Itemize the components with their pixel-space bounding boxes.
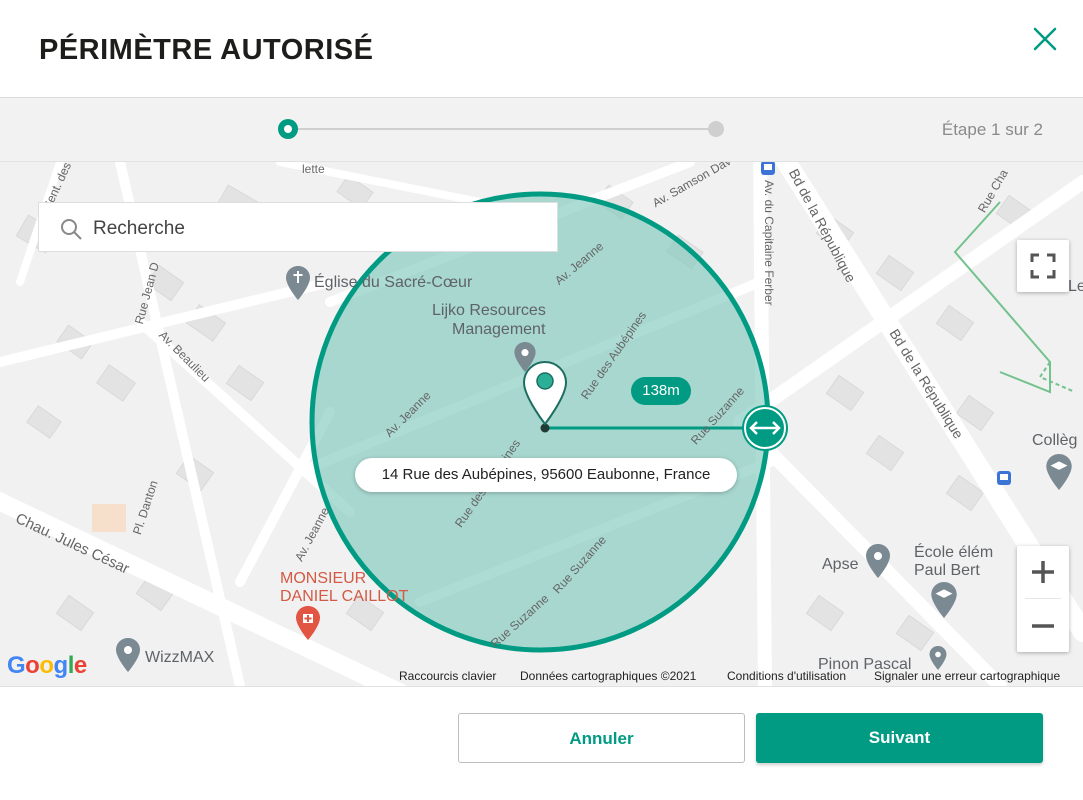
poi-monsieur-line2[interactable]: DANIEL CAILLOT [280, 588, 408, 606]
cancel-button[interactable]: Annuler [458, 713, 745, 763]
radius-label: 138m [631, 377, 691, 405]
road-label: Av. du Capitaine Ferber [762, 180, 776, 306]
search-input[interactable] [91, 211, 535, 247]
apse-pin-icon[interactable] [866, 544, 890, 578]
next-button[interactable]: Suivant [756, 713, 1043, 763]
bus-stop-icon[interactable] [760, 162, 776, 176]
fullscreen-icon [1030, 253, 1056, 279]
search-icon [61, 219, 82, 240]
poi-monsieur-line1[interactable]: MONSIEUR [280, 570, 366, 588]
zoom-control [1017, 546, 1069, 652]
zoom-out-button[interactable] [1017, 600, 1069, 652]
minus-icon [1032, 624, 1054, 628]
step-1-indicator [278, 119, 298, 139]
zoom-in-button[interactable] [1017, 546, 1069, 598]
poi-ecole-line2[interactable]: Paul Bert [914, 562, 980, 580]
poi-les[interactable]: Les [1068, 278, 1083, 296]
poi-college[interactable]: Collèg [1032, 432, 1077, 450]
dialog-title: PÉRIMÈTRE AUTORISÉ [39, 34, 374, 66]
double-arrow-icon [744, 407, 786, 449]
school-pin-icon[interactable] [931, 582, 957, 618]
bus-stop-icon[interactable] [996, 470, 1012, 486]
poi-wizzmax[interactable]: WizzMAX [145, 649, 214, 667]
step-progress: Étape 1 sur 2 [0, 98, 1083, 162]
poi-apse[interactable]: Apse [822, 556, 858, 574]
map-data-text: Données cartographiques ©2021 [520, 669, 697, 683]
step-2-indicator [708, 121, 724, 137]
map[interactable]: Église du Sacré-Cœur Lijko Resources Man… [0, 162, 1083, 686]
poi-ecole-line1[interactable]: École élém [914, 544, 993, 562]
keyboard-shortcuts-link[interactable]: Raccourcis clavier [399, 669, 496, 683]
radius-resize-handle[interactable] [742, 405, 788, 451]
dialog-header: PÉRIMÈTRE AUTORISÉ [0, 0, 1083, 98]
location-pin-icon[interactable] [522, 360, 568, 426]
college-pin-icon[interactable] [1046, 454, 1072, 490]
close-icon[interactable] [1030, 24, 1060, 54]
step-track [288, 128, 718, 130]
terms-link[interactable]: Conditions d'utilisation [727, 669, 846, 683]
poi-lijko-line1[interactable]: Lijko Resources [432, 302, 546, 320]
poi-church[interactable]: Église du Sacré-Cœur [314, 274, 472, 292]
road-label: lette [302, 162, 325, 176]
medical-pin-icon[interactable] [296, 606, 320, 640]
fullscreen-button[interactable] [1017, 240, 1069, 292]
step-counter: Étape 1 sur 2 [941, 120, 1043, 139]
plus-icon [1032, 561, 1054, 583]
dialog-footer: Annuler Suivant [0, 686, 1083, 800]
church-pin-icon[interactable] [286, 266, 310, 300]
search-box[interactable] [38, 202, 558, 252]
poi-lijko-line2[interactable]: Management [452, 321, 545, 339]
address-bubble: 14 Rue des Aubépines, 95600 Eaubonne, Fr… [355, 458, 737, 492]
perimeter-dialog: PÉRIMÈTRE AUTORISÉ Étape 1 sur 2 Église … [0, 0, 1083, 800]
map-attribution: Raccourcis clavier Données cartographiqu… [0, 666, 1083, 686]
report-error-link[interactable]: Signaler une erreur cartographique [874, 669, 1060, 683]
